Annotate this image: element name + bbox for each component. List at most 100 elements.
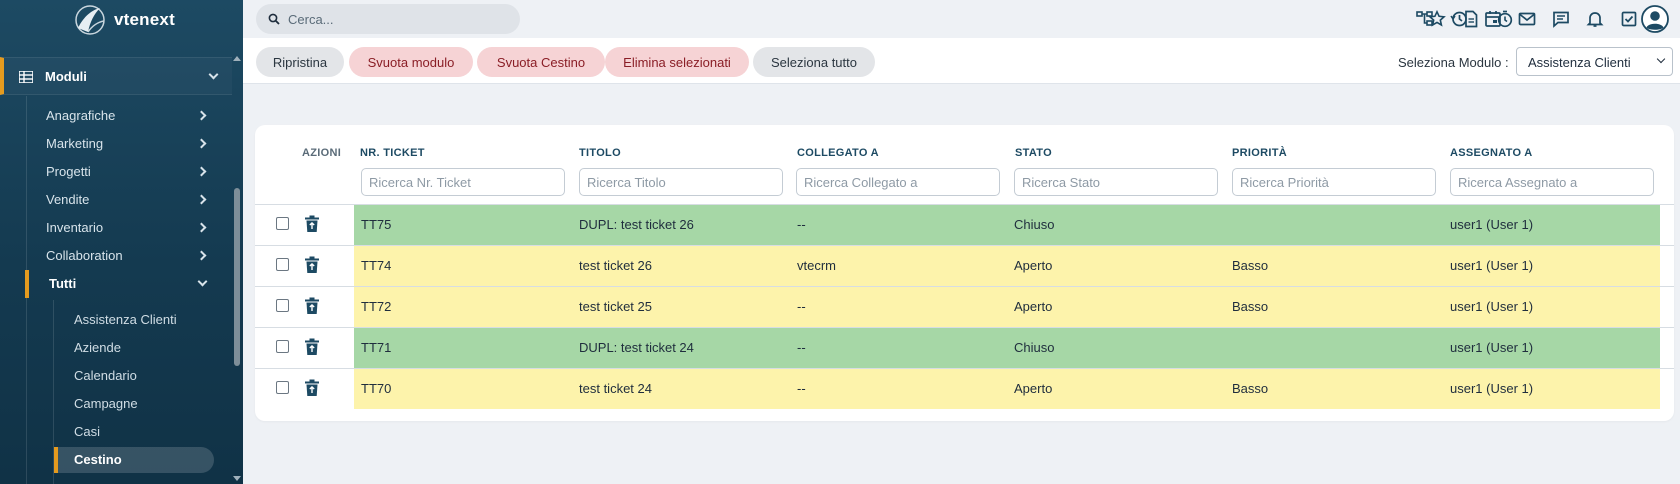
scroll-up-arrow-icon[interactable] bbox=[233, 56, 241, 61]
sidebar-subitem-calendario[interactable]: Calendario bbox=[54, 363, 214, 389]
sidebar-item-collaboration[interactable]: Collaboration bbox=[27, 242, 223, 270]
sidebar-subitem-casi[interactable]: Casi bbox=[54, 419, 214, 445]
ticket-number-cell: TT74 bbox=[361, 258, 392, 273]
star-icon[interactable] bbox=[1428, 10, 1446, 28]
sidebar-item-label: Inventario bbox=[46, 220, 104, 235]
sidebar-subitem-label: Calendario bbox=[74, 368, 137, 383]
search-icon bbox=[268, 13, 280, 25]
linked-to-cell: -- bbox=[797, 217, 806, 232]
checklist-icon[interactable] bbox=[1620, 10, 1638, 28]
sidebar-section-label: Moduli bbox=[45, 69, 87, 84]
chat-icon[interactable] bbox=[1552, 10, 1570, 28]
column-header-assigned-to[interactable]: ASSEGNATO A bbox=[1450, 147, 1533, 159]
column-header-status[interactable]: STATO bbox=[1015, 147, 1052, 159]
row-select-checkbox[interactable] bbox=[276, 258, 289, 271]
sidebar-subitem-cestino[interactable]: Cestino bbox=[54, 447, 214, 473]
logo-mark-icon bbox=[75, 5, 105, 35]
sidebar-section-moduli[interactable]: Moduli bbox=[0, 57, 232, 95]
empty-trash-button[interactable]: Svuota Cestino bbox=[477, 47, 605, 77]
user-avatar-icon[interactable] bbox=[1641, 5, 1669, 33]
linked-to-cell: -- bbox=[797, 299, 806, 314]
table-row[interactable]: TT75 DUPL: test ticket 26 -- Chiuso user1 (U… bbox=[255, 204, 1674, 245]
sidebar-item-label: Collaboration bbox=[46, 248, 123, 263]
delete-trash-icon[interactable] bbox=[304, 215, 320, 233]
title-cell: test ticket 24 bbox=[579, 381, 652, 396]
filter-priority-input[interactable] bbox=[1232, 168, 1436, 196]
sidebar-item-marketing[interactable]: Marketing bbox=[27, 130, 223, 158]
sidebar-item-anagrafiche[interactable]: Anagrafiche bbox=[27, 102, 223, 130]
restore-button[interactable]: Ripristina bbox=[256, 47, 344, 77]
select-all-button[interactable]: Seleziona tutto bbox=[753, 47, 875, 77]
module-select-value: Assistenza Clienti bbox=[1528, 55, 1631, 70]
sidebar-item-tutti[interactable]: Tutti bbox=[25, 270, 221, 298]
priority-cell: Basso bbox=[1232, 258, 1269, 273]
status-cell: Aperto bbox=[1014, 258, 1053, 273]
filter-linked-to-input[interactable] bbox=[796, 168, 1000, 196]
delete-trash-icon[interactable] bbox=[304, 297, 320, 315]
ticket-number-cell: TT72 bbox=[361, 299, 392, 314]
sidebar-subitem-label: Casi bbox=[74, 424, 101, 439]
sidebar-item-vendite[interactable]: Vendite bbox=[27, 186, 223, 214]
row-select-checkbox[interactable] bbox=[276, 381, 289, 394]
delete-selected-button[interactable]: Elimina selezionati bbox=[605, 47, 749, 77]
timer-icon[interactable] bbox=[1496, 10, 1514, 28]
title-cell: DUPL: test ticket 26 bbox=[579, 217, 694, 232]
bell-icon[interactable] bbox=[1586, 10, 1604, 28]
scrollbar-thumb[interactable] bbox=[234, 188, 240, 366]
column-header-title[interactable]: TITOLO bbox=[579, 147, 621, 159]
linked-to-cell: -- bbox=[797, 340, 806, 355]
sidebar-item-inventario[interactable]: Inventario bbox=[27, 214, 223, 242]
mail-icon[interactable] bbox=[1518, 10, 1536, 28]
document-icon[interactable] bbox=[1462, 10, 1480, 28]
chevron-down-icon bbox=[1656, 54, 1666, 64]
sidebar-scrollbar[interactable] bbox=[233, 56, 241, 484]
trash-table-card: AZIONI NR. TICKET TITOLO COLLEGATO A STA… bbox=[255, 125, 1674, 421]
delete-trash-icon[interactable] bbox=[304, 256, 320, 274]
delete-trash-icon[interactable] bbox=[304, 338, 320, 356]
empty-module-button[interactable]: Svuota modulo bbox=[349, 47, 473, 77]
sidebar-subitem-label: Aziende bbox=[74, 340, 121, 355]
chevron-right-icon bbox=[196, 222, 207, 233]
table-row[interactable]: TT70 test ticket 24 -- Aperto Basso user1 (Us… bbox=[255, 368, 1674, 409]
ticket-number-cell: TT71 bbox=[361, 340, 392, 355]
filter-ticket-number-input[interactable] bbox=[361, 168, 565, 196]
logo-text: vtenext bbox=[114, 10, 175, 29]
sidebar-subitem-assistenza-clienti[interactable]: Assistenza Clienti bbox=[54, 307, 214, 333]
sidebar-subitem-campagne[interactable]: Campagne bbox=[54, 391, 214, 417]
ticket-number-cell: TT75 bbox=[361, 217, 392, 232]
row-select-checkbox[interactable] bbox=[276, 299, 289, 312]
filter-status-input[interactable] bbox=[1014, 168, 1218, 196]
sidebar-subitem-label: Cestino bbox=[74, 452, 122, 467]
assigned-to-cell: user1 (User 1) bbox=[1450, 217, 1534, 232]
sidebar-item-progetti[interactable]: Progetti bbox=[27, 158, 223, 186]
sidebar-subitem-aziende[interactable]: Aziende bbox=[54, 335, 214, 361]
table-row[interactable]: TT71 DUPL: test ticket 24 -- Chiuso user1 (U… bbox=[255, 327, 1674, 368]
sidebar: vtenext Moduli Anagrafiche Marketing Pro… bbox=[0, 0, 243, 484]
column-header-ticket-number[interactable]: NR. TICKET bbox=[360, 147, 425, 159]
filter-assigned-to-input[interactable] bbox=[1450, 168, 1654, 196]
filter-title-input[interactable] bbox=[579, 168, 783, 196]
chevron-down-icon bbox=[197, 276, 208, 287]
title-cell: DUPL: test ticket 24 bbox=[579, 340, 694, 355]
sidebar-item-label: Anagrafiche bbox=[46, 108, 116, 123]
module-select[interactable]: Assistenza Clienti bbox=[1516, 47, 1673, 76]
column-header-linked-to[interactable]: COLLEGATO A bbox=[797, 147, 879, 159]
column-header-priority[interactable]: PRIORITÀ bbox=[1232, 147, 1287, 159]
row-select-checkbox[interactable] bbox=[276, 340, 289, 353]
row-select-checkbox[interactable] bbox=[276, 217, 289, 230]
scroll-down-arrow-icon[interactable] bbox=[233, 476, 241, 481]
top-bar: Cerca... bbox=[243, 0, 1680, 38]
status-cell: Chiuso bbox=[1014, 340, 1055, 355]
global-search[interactable]: Cerca... bbox=[256, 4, 520, 34]
sidebar-subitem-label: Assistenza Clienti bbox=[74, 312, 177, 327]
table-row[interactable]: TT72 test ticket 25 -- Aperto Basso user1 (Us… bbox=[255, 286, 1674, 327]
chevron-right-icon bbox=[196, 166, 207, 177]
app-logo[interactable]: vtenext bbox=[70, 2, 175, 38]
sidebar-item-label: Marketing bbox=[46, 136, 104, 151]
sidebar-item-label: Progetti bbox=[46, 164, 91, 179]
sidebar-subitem-label: Campagne bbox=[74, 396, 138, 411]
delete-trash-icon[interactable] bbox=[304, 379, 320, 397]
table-row[interactable]: TT74 test ticket 26 vtecrm Aperto Basso user1… bbox=[255, 245, 1674, 286]
ticket-number-cell: TT70 bbox=[361, 381, 392, 396]
chevron-down-icon bbox=[208, 69, 219, 80]
